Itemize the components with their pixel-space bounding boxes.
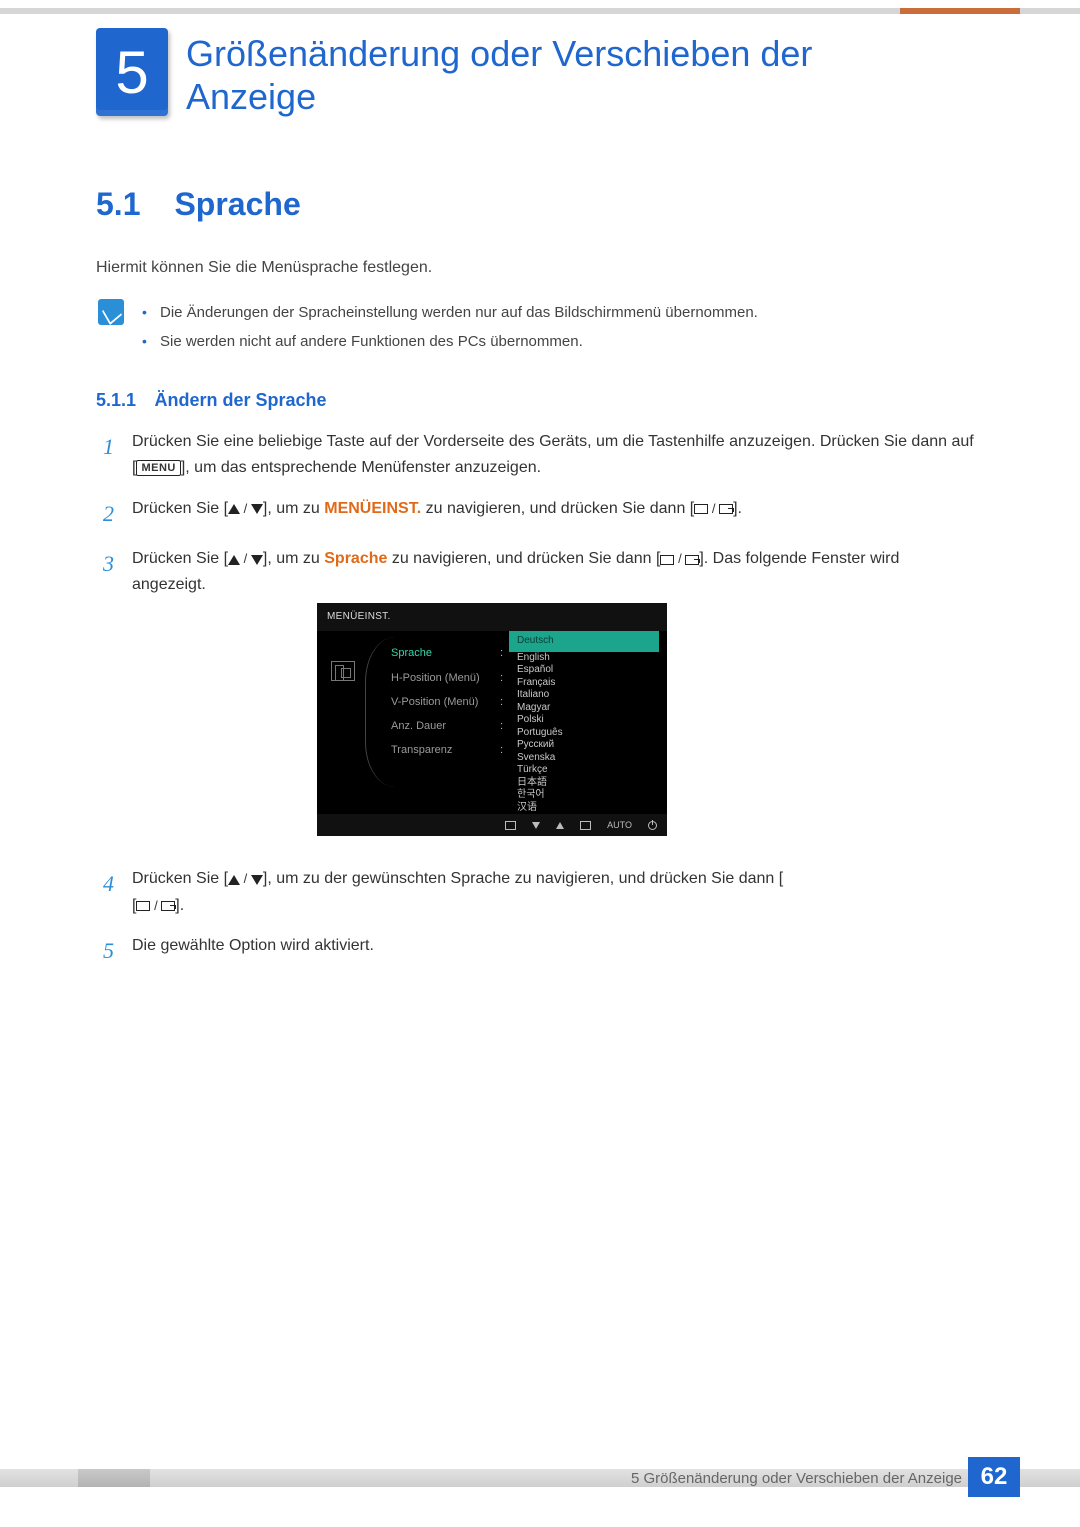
osd-lang-option: Italiano [509,689,659,702]
section: 5.1 Sprache Hiermit können Sie die Menüs… [96,186,976,983]
note-item: Sie werden nicht auf andere Funktionen d… [142,328,758,357]
step-text: Drücken Sie [ [132,550,228,567]
note-block: Die Änderungen der Spracheinstellung wer… [96,299,976,356]
osd-lang-option: Svenska [509,752,659,765]
step-body: Drücken Sie [ / ], um zu Sprache zu navi… [132,546,976,852]
osd-foot-power-icon [648,821,657,830]
osd-screenshot: MENÜEINST. Sprache: H-Position (Menü): V… [317,603,976,837]
step-text: ]. [175,897,184,914]
section-heading: 5.1 Sprache [96,186,976,223]
step-text: Drücken Sie [ [132,870,228,887]
highlight-sprache: Sprache [324,550,387,567]
step-5: 5 Die gewählte Option wird aktiviert. [96,933,976,969]
osd-sidebar [317,631,369,814]
section-title: Sprache [174,186,300,222]
source-enter-icon: / [136,895,175,916]
osd-menu-list: Sprache: H-Position (Menü): V-Position (… [369,631,509,814]
step-text: zu navigieren, und drücken Sie dann [ [421,500,694,517]
osd-lang-option: Español [509,664,659,677]
osd-category-icon [331,661,355,681]
source-enter-icon: / [694,498,733,519]
chapter-title: Größenänderung oder Verschieben der Anze… [186,32,926,118]
step-body: Die gewählte Option wird aktiviert. [132,933,976,969]
footer-bar-accent [78,1469,150,1487]
step-number: 3 [96,546,114,852]
step-number: 5 [96,933,114,969]
osd-window: MENÜEINST. Sprache: H-Position (Menü): V… [317,603,667,837]
step-2: 2 Drücken Sie [ / ], um zu MENÜEINST. zu… [96,496,976,532]
osd-row-label: V-Position (Menü) [391,693,478,711]
osd-foot-down-icon [532,822,540,829]
step-1: 1 Drücken Sie eine beliebige Taste auf d… [96,429,976,482]
step-4: 4 Drücken Sie [ / ], um zu der gewünscht… [96,866,976,919]
top-accent-highlight [900,8,1020,14]
osd-foot-auto: AUTO [607,818,632,833]
menu-button-icon: MENU [136,460,180,476]
osd-selected-language: Deutsch [509,631,659,652]
chapter-number-badge: 5 [96,28,168,116]
osd-row-label: Anz. Dauer [391,717,446,735]
page-number: 62 [968,1457,1020,1497]
up-down-icon: / [228,498,263,519]
osd-foot-up-icon [556,822,564,829]
osd-lang-option: 한국어 [509,789,659,802]
osd-lang-option: Türkçe [509,764,659,777]
step-text: ], um das entsprechende Menüfenster anzu… [181,459,541,476]
step-3: 3 Drücken Sie [ / ], um zu Sprache zu na… [96,546,976,852]
note-list: Die Änderungen der Spracheinstellung wer… [142,299,758,356]
osd-row-label: Sprache [391,644,432,662]
section-intro: Hiermit können Sie die Menüsprache festl… [96,259,976,277]
osd-title: MENÜEINST. [317,603,667,632]
osd-lang-option: 汉语 [509,802,659,815]
osd-lang-option: Русский [509,739,659,752]
subsection-number: 5.1.1 [96,390,150,411]
page: 5 Größenänderung oder Verschieben der An… [0,0,1080,1527]
highlight-menueinst: MENÜEINST. [324,500,421,517]
osd-lang-option: Magyar [509,702,659,715]
note-icon [98,299,124,325]
step-text: ], um zu [263,500,324,517]
osd-foot-enter-icon [580,821,591,830]
osd-curve-decoration [365,637,395,787]
osd-row-label: Transparenz [391,741,452,759]
step-body: Drücken Sie eine beliebige Taste auf der… [132,429,976,482]
up-down-icon: / [228,548,263,569]
osd-language-list: Deutsch English Español Français Italian… [509,631,659,814]
section-number: 5.1 [96,186,170,223]
osd-lang-option: Português [509,727,659,740]
osd-footer: AUTO [317,814,667,836]
step-text: zu navigieren, und drücken Sie dann [ [387,550,660,567]
up-down-icon: / [228,868,263,889]
step-list: 1 Drücken Sie eine beliebige Taste auf d… [96,429,976,969]
note-item: Die Änderungen der Spracheinstellung wer… [142,299,758,328]
step-text: ]. [733,500,742,517]
footer-text: 5 Größenänderung oder Verschieben der An… [631,1467,962,1489]
step-body: Drücken Sie [ / ], um zu der gewünschten… [132,866,976,919]
step-text: Drücken Sie [ [132,500,228,517]
step-number: 1 [96,429,114,482]
subsection-title: Ändern der Sprache [154,390,326,410]
source-enter-icon: / [660,548,699,569]
step-text: ], um zu [263,550,324,567]
osd-body: Sprache: H-Position (Menü): V-Position (… [317,631,667,814]
step-number: 2 [96,496,114,532]
step-number: 4 [96,866,114,919]
osd-lang-option: 日本語 [509,777,659,790]
step-text: ], um zu der gewünschten Sprache zu navi… [263,870,783,887]
osd-lang-option: Français [509,677,659,690]
subsection-heading: 5.1.1 Ändern der Sprache [96,390,976,411]
osd-row-label: H-Position (Menü) [391,669,480,687]
osd-foot-back-icon [505,821,516,830]
step-body: Drücken Sie [ / ], um zu MENÜEINST. zu n… [132,496,976,532]
osd-lang-option: English [509,652,659,665]
osd-lang-option: Polski [509,714,659,727]
